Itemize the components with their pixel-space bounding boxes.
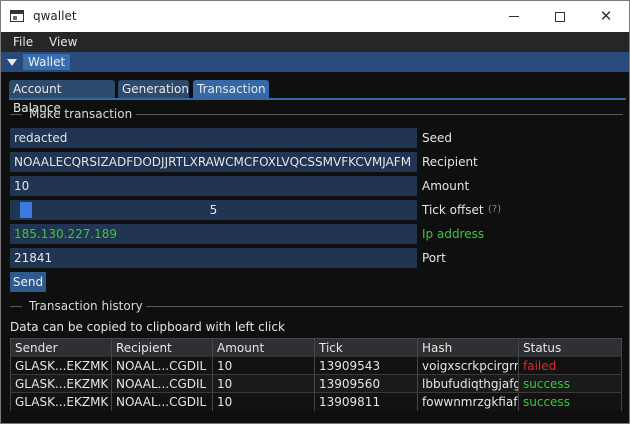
sender-cell[interactable]: GLASK...EKZMK: [11, 393, 112, 411]
column-header-sender[interactable]: Sender: [11, 339, 112, 357]
seed-label: Seed: [422, 131, 452, 145]
ip-address-label: Ip address: [422, 227, 485, 241]
status-cell[interactable]: success: [519, 393, 621, 411]
menu-file[interactable]: File: [13, 35, 33, 49]
seed-input[interactable]: redacted: [10, 128, 417, 148]
table-row: GLASK...EKZMK NOAAL...CGDIL 10 13909560 …: [11, 375, 621, 393]
make-transaction-heading: Make transaction: [29, 107, 133, 121]
close-button[interactable]: ✕: [583, 1, 629, 32]
separator-line: [146, 306, 623, 307]
app-window-icon: [10, 10, 24, 22]
clipboard-info-text: Data can be copied to clipboard with lef…: [10, 320, 285, 334]
transaction-history-table: Sender Recipient Amount Tick Hash Status…: [10, 338, 622, 411]
wallet-header[interactable]: Wallet: [1, 52, 629, 72]
port-input[interactable]: 21841: [10, 248, 417, 268]
amount-label: Amount: [422, 179, 470, 193]
status-cell[interactable]: success: [519, 375, 621, 393]
tab-bar-underline: [9, 98, 626, 100]
ip-address-input[interactable]: 185.130.227.189: [10, 224, 417, 244]
recipient-input[interactable]: NOAALECQRSIZADFDODJJRTLXRAWCMCFOXLVQCSSM…: [10, 152, 417, 172]
triangle-down-icon[interactable]: [7, 59, 17, 66]
column-header-amount[interactable]: Amount: [213, 339, 315, 357]
table-header-row: Sender Recipient Amount Tick Hash Status: [11, 339, 621, 357]
recipient-cell[interactable]: NOAAL...CGDIL: [112, 393, 213, 411]
title-bar[interactable]: qwallet ✕: [1, 1, 629, 32]
send-button[interactable]: Send: [10, 272, 46, 292]
window-title: qwallet: [33, 9, 77, 23]
separator-line: [10, 306, 22, 307]
close-icon: ✕: [599, 7, 613, 25]
sender-cell[interactable]: GLASK...EKZMK: [11, 357, 112, 375]
recipient-cell[interactable]: NOAAL...CGDIL: [112, 375, 213, 393]
transaction-history-heading: Transaction history: [29, 299, 143, 313]
column-header-hash[interactable]: Hash: [418, 339, 519, 357]
tick-offset-value: 5: [209, 203, 218, 217]
recipient-cell[interactable]: NOAAL...CGDIL: [112, 357, 213, 375]
recipient-label: Recipient: [422, 155, 478, 169]
tick-cell[interactable]: 13909543: [315, 357, 418, 375]
amount-cell[interactable]: 10: [213, 375, 315, 393]
amount-cell[interactable]: 10: [213, 393, 315, 411]
tick-offset-slider[interactable]: 5: [10, 200, 417, 220]
tab-account-balance[interactable]: Account Balance: [9, 80, 115, 115]
minimize-icon: [509, 16, 519, 17]
separator-line: [136, 114, 623, 115]
amount-input[interactable]: 10: [10, 176, 417, 196]
tick-cell[interactable]: 13909811: [315, 393, 418, 411]
separator-line: [10, 114, 22, 115]
tick-offset-label: Tick offset: [422, 203, 484, 217]
column-header-status[interactable]: Status: [519, 339, 621, 357]
sender-cell[interactable]: GLASK...EKZMK: [11, 375, 112, 393]
transaction-history-separator: Transaction history: [1, 299, 629, 315]
hash-cell[interactable]: fowwnmrzgkfiafp: [418, 393, 519, 411]
help-marker[interactable]: (?): [488, 204, 501, 215]
wallet-title[interactable]: Wallet: [23, 54, 71, 70]
hash-cell[interactable]: lbbufudiqthgjafgp: [418, 375, 519, 393]
amount-cell[interactable]: 10: [213, 357, 315, 375]
status-cell[interactable]: failed: [519, 357, 621, 375]
table-row: GLASK...EKZMK NOAAL...CGDIL 10 13909543 …: [11, 357, 621, 375]
port-label: Port: [422, 251, 446, 265]
tab-transaction[interactable]: Transaction: [193, 80, 269, 99]
column-header-tick[interactable]: Tick: [315, 339, 418, 357]
column-header-recipient[interactable]: Recipient: [112, 339, 213, 357]
make-transaction-separator: Make transaction: [1, 107, 629, 123]
tab-generation[interactable]: Generation: [118, 80, 189, 99]
minimize-button[interactable]: [491, 1, 537, 32]
menu-bar: File View: [1, 32, 629, 52]
table-row: GLASK...EKZMK NOAAL...CGDIL 10 13909811 …: [11, 393, 621, 411]
tick-cell[interactable]: 13909560: [315, 375, 418, 393]
app-window: qwallet ✕ File View Wallet Account Balan…: [0, 0, 630, 424]
maximize-button[interactable]: [537, 1, 583, 32]
hash-cell[interactable]: voigxscrkpcirgrrlv: [418, 357, 519, 375]
menu-view[interactable]: View: [49, 35, 77, 49]
maximize-icon: [555, 11, 565, 22]
